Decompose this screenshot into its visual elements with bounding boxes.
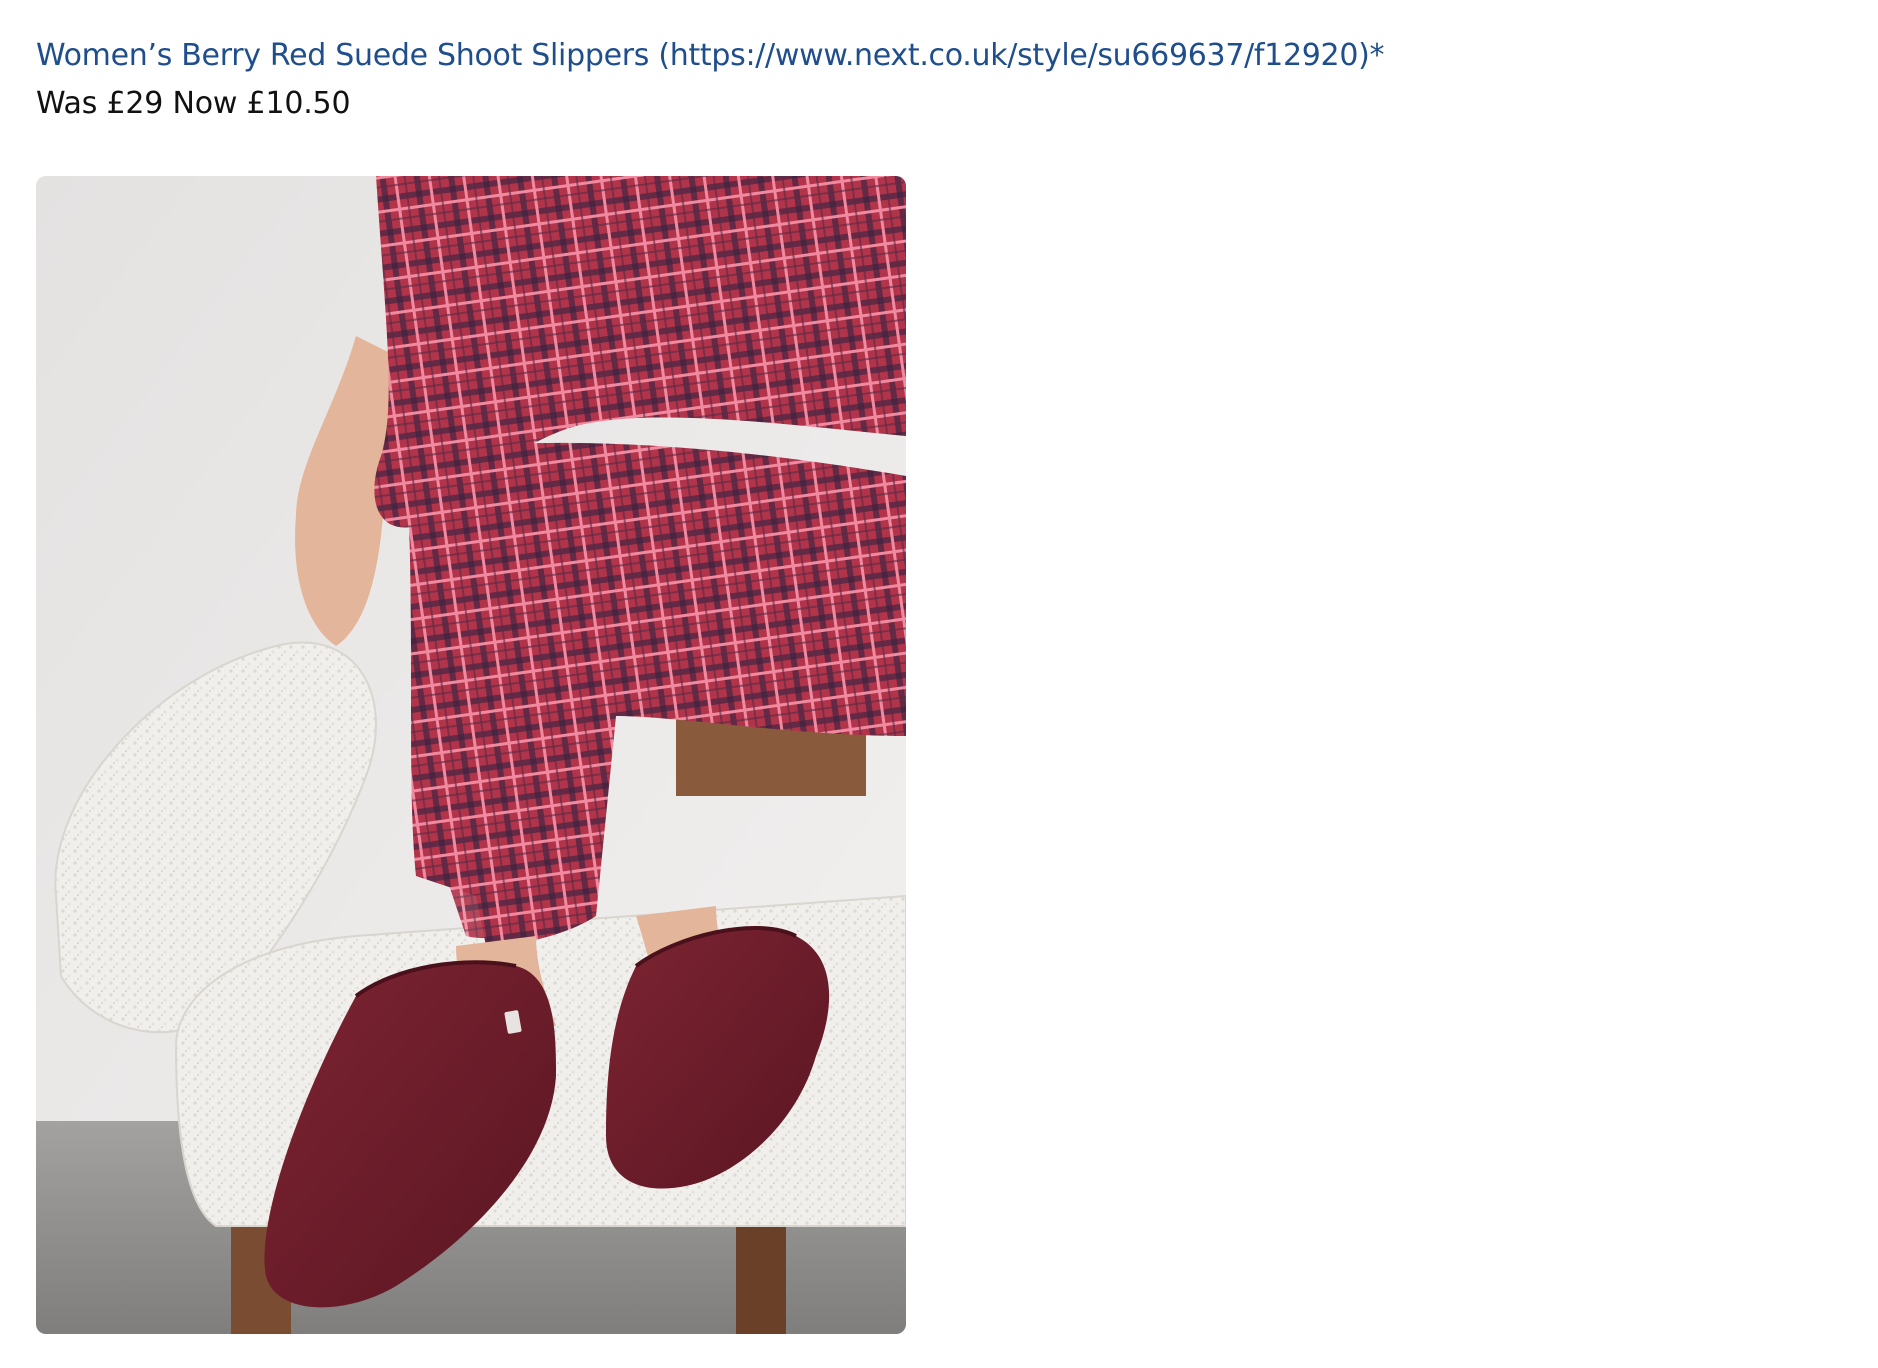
product-photo-illustration [36, 176, 906, 1334]
affiliate-asterisk: * [1369, 38, 1385, 73]
product-photo[interactable] [36, 176, 906, 1334]
page: Women’s Berry Red Suede Shoot Slippers (… [0, 0, 1878, 1368]
product-link[interactable]: Women’s Berry Red Suede Shoot Slippers (… [36, 36, 1385, 76]
price-text: Was £29 Now £10.50 [36, 86, 351, 121]
product-link-text[interactable]: Women’s Berry Red Suede Shoot Slippers (… [36, 38, 1370, 73]
